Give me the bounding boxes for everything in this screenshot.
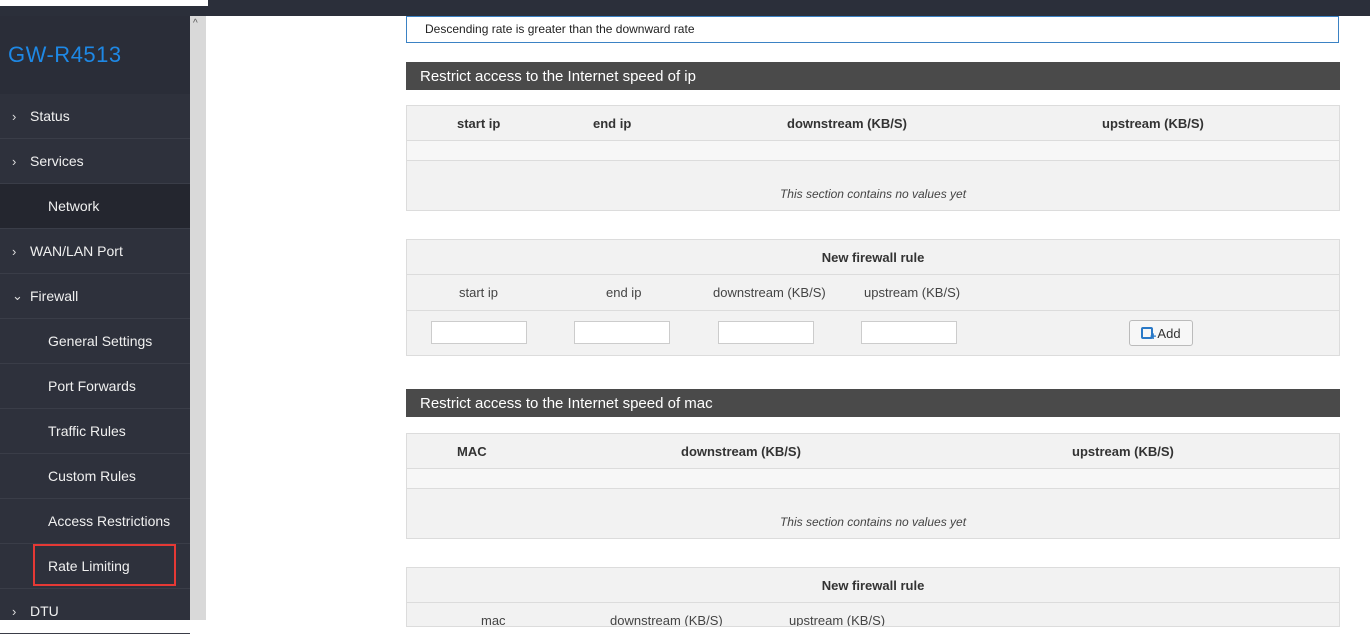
- sidebar-item-label: Status: [30, 108, 70, 124]
- start-ip-input[interactable]: [431, 321, 527, 344]
- scroll-up-icon[interactable]: ^: [193, 18, 198, 29]
- empty-message: This section contains no values yet: [779, 514, 967, 529]
- add-button[interactable]: Add: [1129, 320, 1193, 346]
- sidebar-item-wan-lan-port[interactable]: › WAN/LAN Port: [0, 229, 190, 274]
- table-row: [407, 469, 1339, 489]
- mac-section-title: Restrict access to the Internet speed of…: [406, 389, 1340, 417]
- sidebar-item-network[interactable]: Network: [0, 184, 190, 229]
- sidebar-item-access-restrictions[interactable]: Access Restrictions: [0, 499, 190, 544]
- column-header: MAC: [457, 444, 487, 459]
- table-header: MAC downstream (KB/S) upstream (KB/S): [407, 434, 1339, 469]
- column-header: start ip: [457, 116, 501, 131]
- chevron-right-icon: ›: [12, 603, 17, 619]
- field-label: upstream (KB/S): [864, 285, 961, 300]
- sidebar-item-custom-rules[interactable]: Custom Rules: [0, 454, 190, 499]
- column-header: upstream (KB/S): [1072, 444, 1174, 459]
- sidebar-scrollbar[interactable]: [190, 16, 206, 620]
- ip-section-title: Restrict access to the Internet speed of…: [406, 62, 1340, 90]
- chevron-down-icon: ⌄: [12, 288, 23, 303]
- table-header: start ip end ip downstream (KB/S) upstre…: [407, 106, 1339, 141]
- sidebar-item-status[interactable]: › Status: [0, 94, 190, 139]
- mac-rules-table: MAC downstream (KB/S) upstream (KB/S) Th…: [406, 433, 1340, 539]
- add-button-label: Add: [1157, 325, 1181, 341]
- column-header: upstream (KB/S): [1102, 116, 1204, 131]
- sidebar-item-label: Access Restrictions: [48, 513, 171, 529]
- sidebar-item-dtu[interactable]: › DTU: [0, 589, 190, 634]
- new-rule-inputs: Add: [407, 311, 1339, 355]
- end-ip-input[interactable]: [574, 321, 670, 344]
- chevron-right-icon: ›: [12, 243, 17, 259]
- sidebar-item-label: DTU: [30, 603, 59, 619]
- ip-new-rule-table: New firewall rule start ip end ip downst…: [406, 239, 1340, 356]
- table-row: [407, 141, 1339, 161]
- field-label: end ip: [606, 285, 642, 300]
- sidebar-item-label: Traffic Rules: [48, 423, 126, 439]
- chevron-right-icon: ›: [12, 108, 17, 124]
- add-icon: [1141, 327, 1156, 343]
- sidebar-item-port-forwards[interactable]: Port Forwards: [0, 364, 190, 409]
- brand-title: GW-R4513: [8, 42, 122, 67]
- column-header: downstream (KB/S): [787, 116, 907, 131]
- field-label: start ip: [459, 285, 499, 300]
- sidebar-item-services[interactable]: › Services: [0, 139, 190, 184]
- sidebar-item-label: Rate Limiting: [48, 558, 130, 574]
- field-label: upstream (KB/S): [789, 613, 886, 627]
- column-header: downstream (KB/S): [681, 444, 801, 459]
- column-header: end ip: [593, 116, 632, 131]
- notice-message: Descending rate is greater than the down…: [406, 16, 1339, 43]
- mac-new-rule-table: New firewall rule mac downstream (KB/S) …: [406, 567, 1340, 627]
- empty-message: This section contains no values yet: [779, 186, 967, 201]
- field-label: downstream (KB/S): [713, 285, 826, 300]
- chevron-right-icon: ›: [12, 153, 17, 169]
- sidebar-item-label: WAN/LAN Port: [30, 243, 123, 259]
- field-label: downstream (KB/S): [610, 613, 723, 627]
- sidebar-item-label: Network: [48, 198, 100, 214]
- sidebar: GW-R4513 › Status › Services Network › WAN/…: [0, 16, 190, 634]
- sidebar-item-label: Port Forwards: [48, 378, 136, 394]
- sidebar-item-label: General Settings: [48, 333, 153, 349]
- sidebar-item-traffic-rules[interactable]: Traffic Rules: [0, 409, 190, 454]
- brand: GW-R4513: [0, 16, 190, 94]
- downstream-input[interactable]: [718, 321, 814, 344]
- sidebar-item-firewall[interactable]: ⌄ Firewall: [0, 274, 190, 319]
- sidebar-item-rate-limiting[interactable]: Rate Limiting: [0, 544, 190, 589]
- top-bar-left: [0, 0, 208, 6]
- sidebar-item-general-settings[interactable]: General Settings: [0, 319, 190, 364]
- new-rule-labels: start ip end ip downstream (KB/S) upstre…: [407, 275, 1339, 311]
- field-label: mac: [481, 613, 506, 627]
- new-rule-title: New firewall rule: [407, 240, 1339, 275]
- new-rule-labels: mac downstream (KB/S) upstream (KB/S): [407, 603, 1339, 627]
- new-rule-title: New firewall rule: [407, 568, 1339, 603]
- sidebar-item-label: Services: [30, 153, 84, 169]
- sidebar-item-label: Firewall: [30, 288, 79, 304]
- sidebar-item-label: Custom Rules: [48, 468, 136, 484]
- upstream-input[interactable]: [861, 321, 957, 344]
- ip-rules-table: start ip end ip downstream (KB/S) upstre…: [406, 105, 1340, 211]
